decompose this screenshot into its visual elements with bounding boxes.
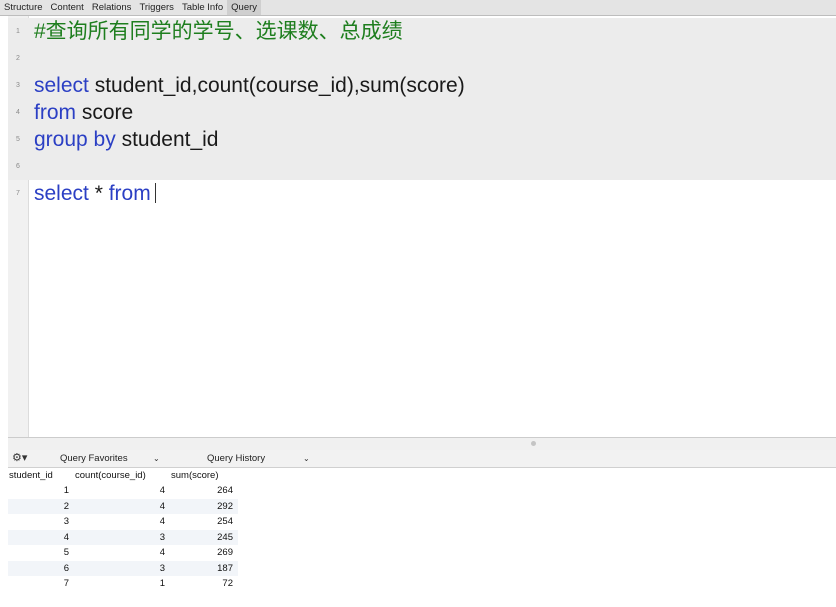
text-caret	[154, 183, 156, 203]
editor-line-7[interactable]: 7 select * from	[8, 180, 836, 207]
cell-course-count: 3	[159, 562, 165, 574]
query-history-button[interactable]: Query History	[207, 450, 265, 467]
cell-score-sum: 254	[217, 516, 233, 527]
line-number: 7	[16, 190, 20, 197]
chevron-down-icon[interactable]: ⌄	[303, 450, 310, 467]
sql-keyword: from	[34, 101, 76, 124]
sql-text: student_id,count(course_id),sum(score)	[88, 74, 465, 97]
editor-line-5[interactable]: 5 group by student_id	[8, 126, 836, 153]
tab-relations[interactable]: Relations	[88, 0, 136, 15]
table-row[interactable]: 6 3 187	[8, 560, 238, 576]
sql-code: select * from	[34, 180, 156, 207]
sql-keyword: select	[34, 182, 89, 205]
table-row[interactable]: 7 1 72	[8, 576, 238, 592]
line-number: 6	[16, 163, 20, 170]
cell-score-sum: 269	[217, 547, 233, 558]
cell-student-id: 4	[63, 531, 69, 543]
cell-course-count: 4	[159, 485, 165, 496]
results-table: student_id count(course_id) sum(score) 1…	[8, 468, 836, 607]
sql-keyword: from	[108, 182, 151, 205]
cell-student-id: 1	[63, 485, 69, 496]
cell-student-id: 3	[63, 516, 69, 527]
cell-student-id: 5	[63, 547, 69, 558]
sql-text: student_id	[115, 128, 219, 151]
tab-bar: Structure Content Relations Triggers Tab…	[0, 0, 836, 16]
cell-course-count: 4	[159, 547, 165, 558]
cell-student-id: 2	[63, 500, 69, 512]
table-row[interactable]: 3 4 254	[8, 514, 238, 530]
editor-line-6[interactable]: 6	[8, 153, 836, 180]
line-number: 2	[16, 55, 20, 62]
sql-comment: #查询所有同学的学号、选课数、总成绩	[34, 20, 403, 43]
cell-course-count: 1	[159, 578, 165, 589]
sql-code: from score	[34, 99, 133, 126]
sql-code: select student_id,count(course_id),sum(s…	[34, 72, 465, 99]
cell-score-sum: 245	[217, 531, 233, 543]
table-row[interactable]: 1 4 264	[8, 483, 238, 499]
cell-course-count: 4	[159, 516, 165, 527]
cell-student-id: 6	[63, 562, 69, 574]
table-header: student_id count(course_id) sum(score)	[8, 468, 238, 484]
cell-score-sum: 292	[217, 500, 233, 512]
column-header[interactable]: count(course_id)	[75, 468, 146, 484]
sql-keyword: group by	[34, 128, 116, 151]
table-row[interactable]: 2 4 292	[8, 498, 238, 514]
line-number: 3	[16, 82, 20, 89]
cell-course-count: 3	[159, 531, 165, 543]
sql-keyword: select	[34, 74, 89, 97]
sql-code: group by student_id	[34, 126, 218, 153]
column-header[interactable]: sum(score)	[171, 468, 219, 484]
cell-score-sum: 72	[222, 578, 233, 589]
table-row[interactable]: 4 3 245	[8, 529, 238, 545]
gear-icon[interactable]: ⚙▾	[12, 450, 27, 467]
sql-text: score	[76, 101, 134, 124]
cell-score-sum: 264	[217, 485, 233, 496]
editor-line-2[interactable]: 2	[8, 45, 836, 72]
chevron-down-icon[interactable]: ⌄	[153, 450, 160, 467]
split-view-divider[interactable]	[8, 437, 836, 451]
table-row[interactable]: 5 4 269	[8, 545, 238, 561]
tab-table-info[interactable]: Table Info	[178, 0, 227, 15]
sql-text: *	[88, 182, 109, 205]
cell-score-sum: 187	[217, 562, 233, 574]
tab-content[interactable]: Content	[47, 0, 88, 15]
drag-handle-icon[interactable]	[531, 441, 536, 446]
query-toolbar: ⚙▾ Query Favorites ⌄ Query History ⌄	[8, 450, 836, 468]
cell-student-id: 7	[63, 578, 69, 589]
editor-line-1[interactable]: 1 #查询所有同学的学号、选课数、总成绩	[8, 18, 836, 45]
tab-query[interactable]: Query	[227, 0, 262, 15]
line-number: 4	[16, 109, 20, 116]
cell-course-count: 4	[159, 500, 165, 512]
tab-triggers[interactable]: Triggers	[135, 0, 178, 15]
column-header[interactable]: student_id	[9, 468, 53, 484]
query-favorites-button[interactable]: Query Favorites	[60, 450, 128, 467]
line-number: 1	[16, 28, 20, 35]
line-number: 5	[16, 136, 20, 143]
tab-structure[interactable]: Structure	[0, 0, 47, 15]
editor-line-3[interactable]: 3 select student_id,count(course_id),sum…	[8, 72, 836, 99]
editor-line-4[interactable]: 4 from score	[8, 99, 836, 126]
